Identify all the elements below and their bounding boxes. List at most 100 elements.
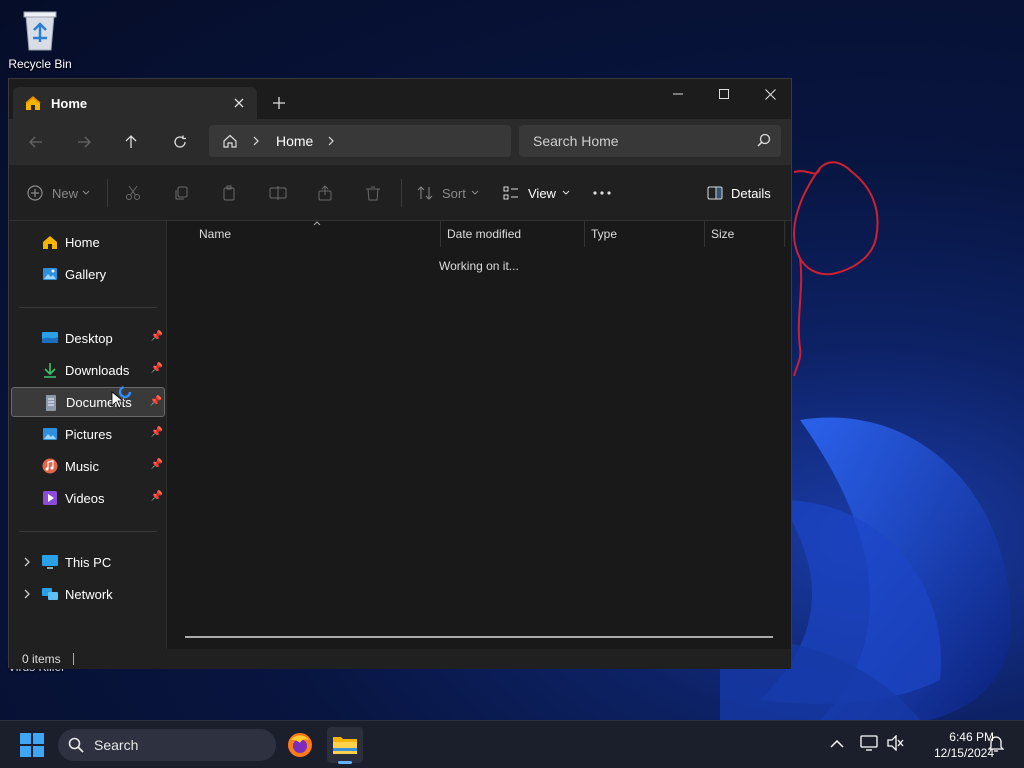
- breadcrumb-home[interactable]: Home: [276, 133, 313, 149]
- tab-title: Home: [51, 95, 88, 111]
- column-header-type[interactable]: Type: [585, 221, 705, 247]
- arrow-up-icon: [125, 135, 137, 148]
- sidebar-item-music[interactable]: Music 📌: [11, 451, 165, 481]
- taskbar: Search 6:46 PM 12/15/2024: [0, 720, 1024, 768]
- chevron-right-icon[interactable]: [327, 136, 335, 146]
- details-button[interactable]: Details: [707, 179, 771, 207]
- sidebar-item-label: Network: [65, 586, 113, 602]
- loading-message: Working on it...: [439, 259, 519, 273]
- taskbar-search[interactable]: Search: [58, 729, 276, 761]
- sidebar-item-network[interactable]: Network: [11, 579, 165, 609]
- close-window-button[interactable]: [747, 79, 793, 109]
- plus-icon: [273, 97, 285, 109]
- pin-icon: 📌: [150, 459, 163, 470]
- forward-button[interactable]: [69, 127, 99, 157]
- show-hidden-icons-button[interactable]: [830, 737, 844, 752]
- minimize-button[interactable]: [655, 79, 701, 109]
- sort-icon: [417, 186, 433, 200]
- search-icon: [757, 133, 771, 147]
- clock[interactable]: 6:46 PM 12/15/2024: [906, 729, 994, 761]
- sidebar-divider: [19, 307, 157, 308]
- up-button[interactable]: [116, 127, 146, 157]
- more-icon: [593, 191, 611, 195]
- arrow-right-icon: [78, 136, 91, 148]
- paste-button[interactable]: [221, 179, 237, 207]
- pin-icon: 📌: [149, 396, 162, 407]
- breadcrumb[interactable]: Home: [209, 125, 511, 157]
- cut-button[interactable]: [125, 179, 141, 207]
- chevron-down-icon: [562, 190, 570, 195]
- documents-icon: [46, 395, 56, 411]
- notifications-button[interactable]: [987, 735, 1005, 756]
- sidebar-item-downloads[interactable]: Downloads 📌: [11, 355, 165, 385]
- sidebar-item-desktop[interactable]: Desktop 📌: [11, 323, 165, 353]
- more-options-button[interactable]: [593, 179, 611, 207]
- sidebar-item-documents[interactable]: Documents 📌: [11, 387, 165, 417]
- chevron-right-icon[interactable]: [23, 557, 31, 567]
- new-button[interactable]: New: [27, 179, 90, 207]
- home-icon: [25, 96, 41, 110]
- horizontal-scrollbar[interactable]: [185, 636, 773, 638]
- column-header-size[interactable]: Size: [705, 221, 785, 247]
- close-icon: [234, 98, 244, 108]
- sidebar-divider: [19, 531, 157, 532]
- new-tab-button[interactable]: [267, 91, 291, 115]
- chevron-up-icon: [830, 739, 844, 748]
- sidebar-item-label: Music: [65, 458, 99, 474]
- copy-button[interactable]: [173, 179, 189, 207]
- close-tab-button[interactable]: [229, 93, 249, 113]
- view-button[interactable]: View: [503, 179, 570, 207]
- sidebar-item-this-pc[interactable]: This PC: [11, 547, 165, 577]
- file-explorer-app[interactable]: [327, 727, 363, 764]
- chevron-right-icon[interactable]: [23, 589, 31, 599]
- rename-button[interactable]: [269, 179, 287, 207]
- maximize-button[interactable]: [701, 79, 747, 109]
- paste-icon: [223, 185, 235, 201]
- view-list-icon: [503, 186, 518, 200]
- share-button[interactable]: [317, 179, 333, 207]
- sidebar-item-home[interactable]: Home: [11, 227, 165, 257]
- sidebar-item-label: This PC: [65, 554, 112, 570]
- scissors-icon: [126, 185, 140, 200]
- clock-time: 6:46 PM: [949, 730, 994, 744]
- sidebar-item-videos[interactable]: Videos 📌: [11, 483, 165, 513]
- firefox-app[interactable]: [282, 727, 318, 763]
- search-placeholder: Search Home: [533, 133, 619, 149]
- column-header-date-modified[interactable]: Date modified: [441, 221, 585, 247]
- network-status-button[interactable]: [860, 735, 878, 754]
- recycle-bin-icon: [23, 11, 57, 51]
- status-separator: [72, 653, 74, 665]
- start-button[interactable]: [14, 727, 50, 763]
- recycle-bin-shortcut[interactable]: Recycle Bin: [8, 8, 72, 71]
- desktop-icon: [42, 332, 58, 343]
- view-label: View: [528, 185, 556, 201]
- back-button[interactable]: [21, 127, 51, 157]
- bell-icon: [987, 736, 1005, 752]
- sidebar-item-gallery[interactable]: Gallery: [11, 259, 165, 289]
- toolbar-separator: [107, 179, 108, 207]
- computer-icon: [42, 555, 58, 569]
- share-icon: [318, 185, 332, 201]
- file-list: Name Date modified Type Size Working on …: [167, 221, 791, 649]
- refresh-button[interactable]: [165, 127, 195, 157]
- search-input[interactable]: Search Home: [519, 125, 781, 157]
- rename-icon: [269, 186, 287, 200]
- chevron-right-icon: [253, 136, 259, 146]
- sidebar-item-label: Videos: [65, 490, 105, 506]
- details-pane-icon: [707, 186, 723, 200]
- sort-button[interactable]: Sort: [417, 179, 479, 207]
- tab-home[interactable]: Home: [13, 87, 257, 119]
- sidebar-item-label: Pictures: [65, 426, 112, 442]
- pin-icon: 📌: [150, 491, 163, 502]
- status-bar: 0 items: [9, 649, 791, 669]
- busy-cursor-icon: [111, 385, 132, 409]
- volume-button[interactable]: [886, 734, 904, 754]
- videos-icon: [43, 491, 57, 505]
- column-header-name[interactable]: Name: [193, 221, 441, 247]
- arrow-left-icon: [29, 136, 42, 148]
- speaker-muted-icon: [887, 734, 904, 752]
- red-annotation-scribble: [793, 161, 879, 377]
- delete-button[interactable]: [365, 179, 381, 207]
- maximize-icon: [719, 89, 729, 99]
- sidebar-item-pictures[interactable]: Pictures 📌: [11, 419, 165, 449]
